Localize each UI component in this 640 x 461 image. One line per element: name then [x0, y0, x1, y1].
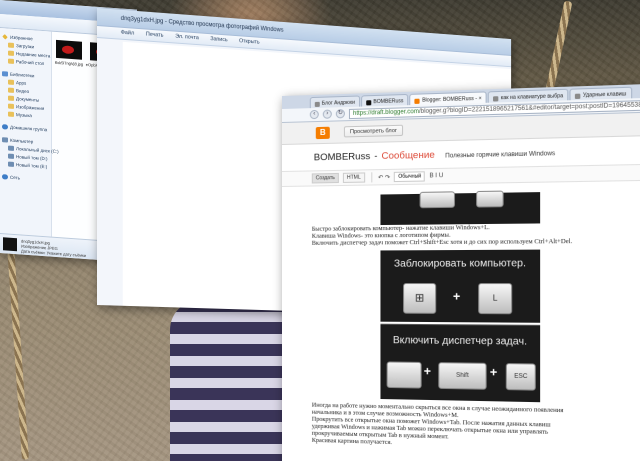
html-mode-button[interactable]: HTML	[342, 172, 365, 183]
bold-italic-underline-icon[interactable]: B I U	[429, 173, 443, 179]
nav-item-label: Apps	[16, 79, 27, 86]
page-icon	[314, 101, 320, 107]
folder-icon	[8, 58, 14, 64]
blog-name[interactable]: BOMBERuss	[314, 151, 370, 163]
star-icon	[2, 33, 8, 40]
folder-icon	[8, 103, 14, 109]
post-image-taskmgr[interactable]: Включить диспетчер задач. + Shift + ESC	[380, 323, 541, 403]
image-caption-lock: Заблокировать компьютер.	[393, 258, 527, 270]
drive-icon	[8, 161, 14, 167]
homegroup-icon	[2, 123, 8, 130]
tab-label: Blogger: BOMBERuss - ×	[422, 95, 482, 104]
tab-label: Ударные клавиш	[582, 91, 627, 99]
file-item[interactable]: 6xk5l7ngVj8.jpg	[54, 39, 84, 72]
nav-item[interactable]: Домашняя группа	[2, 122, 51, 133]
section-name: Сообщение	[381, 149, 435, 162]
folder-icon	[8, 87, 14, 93]
menu-open[interactable]: Открыть	[239, 38, 260, 48]
post-image-lock[interactable]: Заблокировать компьютер. ⊞ + L	[380, 249, 541, 323]
heading-separator: -	[374, 150, 378, 162]
windows-key-icon: ⊞	[403, 283, 437, 314]
post-body-editor[interactable]: Быстро заблокировать компьютер- нажатие …	[311, 190, 640, 461]
plus-sign: +	[423, 363, 432, 379]
nav-item-label: Домашняя группа	[10, 124, 48, 132]
browser-tab[interactable]: Blogger: BOMBERuss - ×	[409, 91, 487, 106]
menu-burn[interactable]: Запись	[210, 36, 227, 46]
back-button[interactable]: ‹	[309, 109, 319, 120]
forward-button[interactable]: ›	[322, 109, 332, 119]
folder-icon	[8, 79, 14, 85]
browser-tab[interactable]: как на клавиатуре выбра	[487, 88, 569, 103]
view-blog-button[interactable]: Просмотреть блог	[343, 124, 404, 138]
image-thumbnail	[56, 39, 82, 60]
nav-item-label: Библиотеки	[10, 71, 35, 78]
drive-icon	[8, 145, 14, 151]
nav-item-label: Рабочий стол	[16, 58, 45, 66]
compose-mode-button[interactable]: Создать	[311, 172, 339, 184]
nav-item-label: Новый том (E:)	[16, 161, 48, 169]
page-icon	[493, 95, 499, 102]
blogger-logo-icon[interactable]: B	[315, 126, 330, 139]
tab-label: как на клавиатуре выбра	[500, 93, 564, 102]
folder-icon	[8, 111, 14, 117]
browser-tab[interactable]: Ударные клавиш	[569, 86, 632, 101]
post-title[interactable]: Полезные горячие клавиши Windows	[445, 151, 555, 160]
computer-icon	[2, 136, 8, 143]
details-thumbnail	[3, 237, 17, 252]
nav-item-label: Документы	[16, 95, 40, 103]
undo-redo-icon[interactable]: ↶ ↷	[378, 173, 390, 180]
post-paragraph: Включить диспетчер задач поможет Ctrl+Sh…	[311, 237, 573, 247]
menu-email[interactable]: Эл. почта	[175, 34, 199, 45]
plus-sign: +	[489, 364, 498, 380]
menu-file[interactable]: Файл	[121, 30, 134, 40]
post-image-keys-top	[380, 190, 541, 226]
toolbar-divider	[370, 172, 372, 183]
image-caption-taskmgr: Включить диспетчер задач.	[392, 335, 528, 348]
nav-item[interactable]: Сеть	[2, 172, 51, 183]
reload-button[interactable]: ↻	[335, 109, 345, 119]
shift-key-icon: Shift	[438, 362, 487, 390]
nav-item-label: Видео	[16, 87, 30, 94]
library-icon	[2, 70, 8, 77]
ctrl-key-icon	[386, 361, 422, 389]
navigation-pane: Избранное Загрузки Недавние места Рабочий с…	[0, 28, 59, 237]
key-icon	[476, 190, 504, 208]
browser-tab[interactable]: Блог Андрюхи	[309, 95, 361, 109]
folder-icon	[8, 50, 14, 56]
tab-label: Блог Андрюхи	[321, 99, 356, 107]
editor-toolbar: Создать HTML ↶ ↷ Обычный B I U	[282, 163, 640, 187]
blogger-icon	[414, 98, 421, 104]
nav-item-label: Компьютер	[10, 137, 34, 144]
nav-item-label: Загрузки	[16, 42, 35, 49]
file-name: 6xk5l7ngVj8.jpg	[54, 59, 84, 67]
esc-key-icon: ESC	[505, 363, 536, 391]
plus-sign: +	[452, 289, 461, 304]
browser-window[interactable]: Блог Андрюхи BOMBERuss Blogger: BOMBERuss …	[282, 83, 640, 461]
key-icon	[419, 191, 456, 209]
format-select[interactable]: Обычный	[394, 171, 426, 183]
browser-tab[interactable]: BOMBERuss	[361, 93, 409, 107]
nav-item-label: Избранное	[10, 34, 33, 41]
nav-item-label: Сеть	[10, 174, 21, 180]
page-icon	[575, 93, 581, 99]
folder-icon	[8, 42, 14, 48]
post-paragraph-group: Иногда на работе нужно моментально скрыт…	[312, 402, 640, 454]
l-key-icon: L	[478, 283, 513, 315]
menu-print[interactable]: Печать	[146, 32, 164, 42]
black-square-icon	[366, 99, 372, 105]
network-icon	[2, 173, 8, 180]
tab-label: BOMBERuss	[373, 98, 404, 106]
url-host: https://draft.blogger.com	[353, 108, 419, 117]
drive-icon	[8, 153, 14, 159]
nav-item-label: Музыка	[16, 111, 32, 118]
folder-icon	[8, 95, 14, 101]
